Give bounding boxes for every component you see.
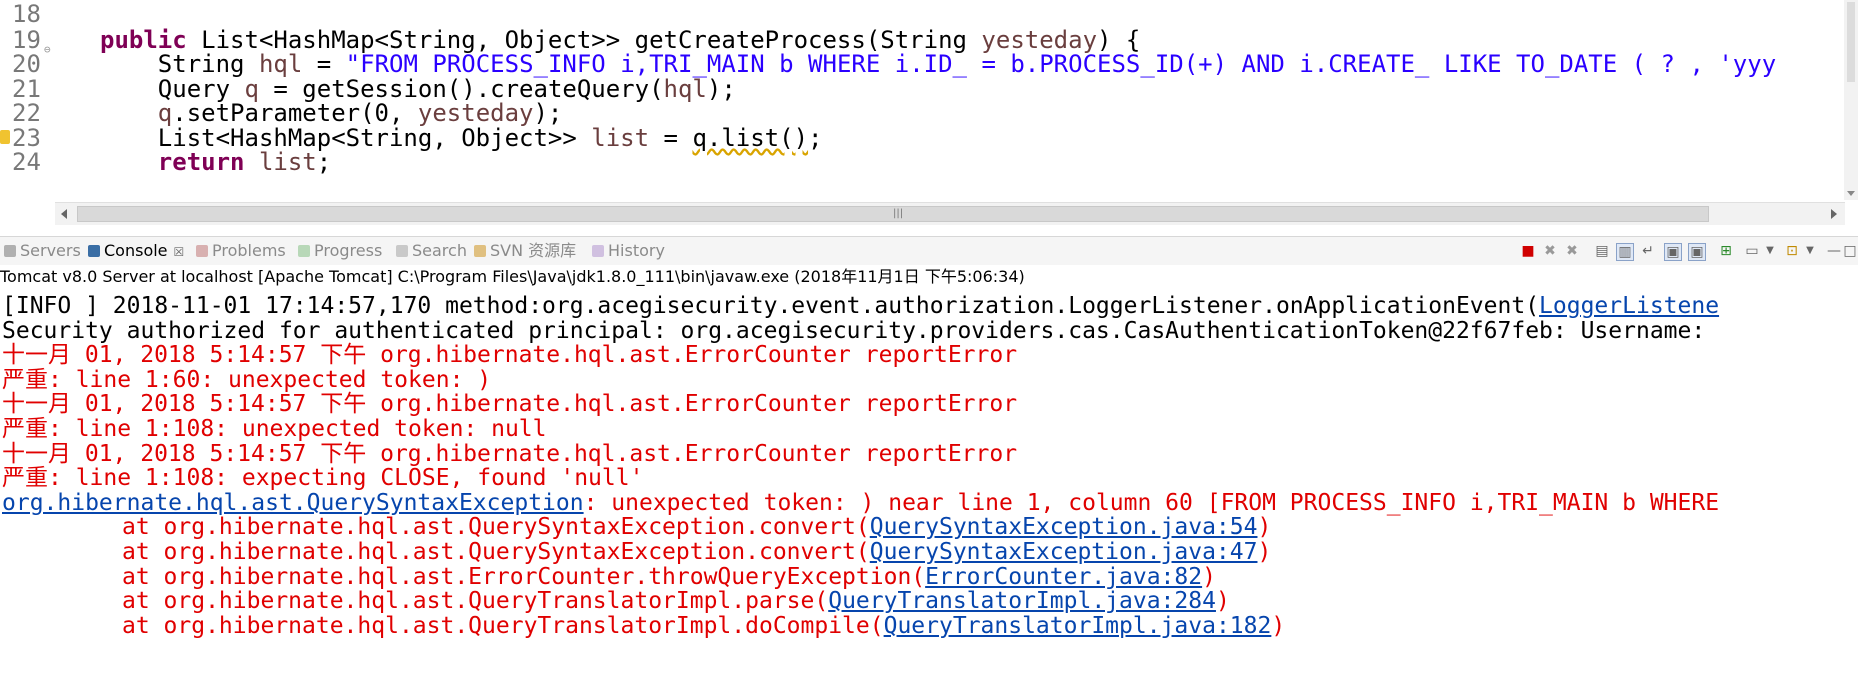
console-link[interactable]: LoggerListene [1539,293,1719,319]
code-line[interactable]: 24 return list; [0,148,1840,177]
console-text: 严重: line 1:108: expecting CLOSE, found '… [2,465,644,491]
tab-label: Problems [212,241,286,260]
progress-icon [298,245,310,257]
scroll-down-arrow-icon[interactable] [1847,191,1855,196]
tab-search[interactable]: Search [396,237,467,265]
show-stdout-icon[interactable]: ▣ [1664,243,1682,261]
minimize-icon[interactable]: — [1826,243,1842,259]
search-icon [396,245,408,257]
code-editor[interactable]: 18 19 ⊖ public List<HashMap<String, Object>… [0,0,1858,200]
servers-icon [4,245,16,257]
console-text: ) [1257,514,1272,540]
code-line[interactable]: 18 [0,0,1840,29]
console-line: at org.hibernate.hql.ast.QueryTranslator… [2,612,1285,641]
console-link[interactable]: QueryTranslatorImpl.java:182 [884,613,1272,639]
code-token: = [302,50,346,78]
console-text: ) [1271,613,1286,639]
console-text: ) [1215,588,1230,614]
code-text: return list; [100,148,331,177]
clear-console-icon[interactable]: ▤ [1594,243,1610,259]
console-icon [88,245,100,257]
display-console-icon[interactable]: ▭ [1744,243,1760,259]
tab-label: Search [412,241,467,260]
console-link[interactable]: QuerySyntaxException.java:54 [870,514,1258,540]
variable-token: hql [258,50,303,78]
console-text: at org.hibernate.hql.ast.QuerySyntaxExce… [122,514,870,540]
maximize-icon[interactable]: □ [1842,243,1858,259]
tab-label: Servers [20,241,81,260]
console-output[interactable]: [INFO ] 2018-11-01 17:14:57,170 method:o… [0,290,1858,681]
variable-token: list [258,148,317,176]
tab-problems[interactable]: Problems [196,237,286,265]
code-token: String [100,50,259,78]
tab-history[interactable]: History [592,237,665,265]
warning-marker-icon[interactable] [0,130,10,144]
line-number: 24 [12,148,41,176]
keyword-token: return [157,148,245,176]
close-tab-icon[interactable]: ☒ [174,245,185,259]
console-text: [INFO ] 2018-11-01 17:14:57,170 method:o… [2,293,1540,319]
console-link[interactable]: QuerySyntaxException.java:47 [870,539,1258,565]
tab-label: Console [104,241,168,260]
tab-progress[interactable]: Progress [298,237,382,265]
console-text: 十一月 01, 2018 5:14:57 下午 org.hibernate.hq… [2,391,1018,417]
open-console-icon[interactable]: ⊡ [1784,243,1800,259]
variable-token: yesteday [417,99,534,127]
console-link[interactable]: QueryTranslatorImpl.java:284 [828,588,1216,614]
view-tab-bar: Servers Console ☒ Problems Progress Searc… [0,236,1858,265]
remove-all-icon[interactable]: ✖ [1564,243,1580,259]
console-launch-label: Tomcat v8.0 Server at localhost [Apache … [0,267,1025,286]
word-wrap-icon[interactable]: ↵ [1640,243,1656,259]
console-text: 十一月 01, 2018 5:14:57 下午 org.hibernate.hq… [2,342,1018,368]
tab-label: SVN 资源库 [490,241,577,260]
scroll-right-arrow-icon[interactable] [1831,209,1837,219]
string-token: "FROM PROCESS_INFO i,TRI_MAIN b WHERE i.… [345,50,1777,78]
grip-icon: ||| [893,208,904,219]
editor-horizontal-scrollbar[interactable]: ||| [55,202,1845,225]
scroll-left-arrow-icon[interactable] [61,209,67,219]
code-token: ; [316,148,332,176]
console-text: ) [1257,539,1272,565]
code-token: ); [533,99,563,127]
show-stderr-icon[interactable]: ▣ [1688,243,1706,261]
console-text: at org.hibernate.hql.ast.QueryTranslator… [122,588,829,614]
svn-repository-icon [474,245,486,257]
console-text: at org.hibernate.hql.ast.QuerySyntaxExce… [122,539,870,565]
stop-icon[interactable]: ■ [1520,243,1536,259]
tab-svn-repository[interactable]: SVN 资源库 [474,237,576,265]
problems-icon [196,245,208,257]
tab-label: History [608,241,665,260]
scroll-lock-icon[interactable]: ▥ [1616,243,1634,261]
scrollbar-thumb[interactable] [1847,2,1855,82]
code-token: .setParameter(0, [172,99,418,127]
variable-token: q [157,99,173,127]
chevron-down-icon[interactable]: ▼ [1762,243,1778,259]
pin-console-icon[interactable]: ⊞ [1718,243,1734,259]
editor-vertical-scrollbar[interactable] [1844,0,1858,200]
tab-console[interactable]: Console ☒ [88,237,184,265]
history-icon [592,245,604,257]
remove-launch-icon[interactable]: ✖ [1542,243,1558,259]
scrollbar-thumb[interactable]: ||| [77,206,1709,222]
chevron-down-icon[interactable]: ▼ [1802,243,1818,259]
tab-servers[interactable]: Servers [4,237,81,265]
line-number: 18 [12,0,41,28]
tab-label: Progress [314,241,383,260]
console-text: 严重: line 1:108: unexpected token: null [2,416,547,442]
console-text: at org.hibernate.hql.ast.QueryTranslator… [122,613,884,639]
